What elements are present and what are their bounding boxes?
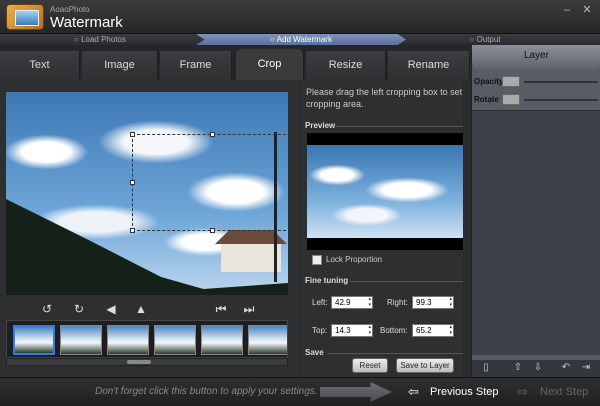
step-label: Output — [476, 35, 501, 44]
photo-thumbnail[interactable] — [248, 325, 287, 355]
app-logo — [6, 4, 44, 30]
preview-section-label: Preview — [305, 121, 336, 130]
rotate-label: Rotate — [474, 95, 499, 104]
opacity-label: Opacity — [474, 77, 504, 86]
photo-thumbnail[interactable] — [60, 325, 102, 355]
section-divider — [334, 126, 466, 127]
rotate-left-icon[interactable]: ↺ — [40, 302, 54, 316]
move-down-icon[interactable]: ⇩ — [532, 362, 544, 374]
title-bar: AoaoPhoto Watermark – ✕ — [0, 0, 600, 34]
crop-selection-box[interactable] — [130, 132, 288, 233]
previous-step-icon: ⇦ — [408, 384, 419, 399]
right-value-input[interactable]: 99.3 — [412, 296, 454, 309]
apply-tip: Don't forget click this button to apply … — [95, 386, 318, 397]
photo-thumbnail[interactable] — [107, 325, 149, 355]
crop-settings-panel: Please drag the left cropping box to set… — [300, 80, 470, 377]
step-label: Load Photos — [81, 35, 126, 44]
move-up-icon[interactable]: ⇧ — [512, 362, 524, 374]
lock-proportion-row[interactable]: Lock Proportion — [312, 255, 382, 265]
footer-bar: Don't forget click this button to apply … — [0, 377, 600, 406]
layer-panel-title: Layer — [472, 45, 600, 71]
photo-thumbnail[interactable] — [201, 325, 243, 355]
save-to-layer-button[interactable]: Save to Layer — [396, 358, 454, 373]
photo-toolbar: ↺ ↻ ◀ ▲ ⏮ ⏭ — [0, 298, 298, 320]
tip-arrow-icon — [320, 382, 392, 402]
filmstrip-scrollbar[interactable] — [6, 358, 288, 366]
undo-icon[interactable]: ↶ — [560, 362, 572, 374]
photo-workspace: ↺ ↻ ◀ ▲ ⏮ ⏭ — [0, 80, 298, 377]
new-layer-icon[interactable]: ▯ — [480, 362, 492, 374]
tool-tabs: Text Image Frame Crop Resize Rename — [0, 45, 470, 80]
save-section-label: Save — [305, 348, 324, 357]
settings-scrollbar[interactable] — [463, 80, 469, 377]
minimize-button[interactable]: – — [560, 4, 574, 16]
crop-handle-bottom[interactable] — [210, 228, 215, 233]
main-photo-preview[interactable] — [6, 92, 288, 295]
step-label: Add Watermark — [276, 35, 332, 44]
crop-handle-left[interactable] — [130, 180, 135, 185]
bottom-value-input[interactable]: 65.2 — [412, 324, 454, 337]
close-button[interactable]: ✕ — [580, 4, 594, 16]
crop-hint: Please drag the left cropping box to set… — [306, 87, 463, 109]
next-step-icon: ⇨ — [517, 384, 528, 399]
tab-crop[interactable]: Crop — [236, 49, 304, 80]
photo-thumbnail[interactable] — [13, 325, 55, 355]
tab-resize[interactable]: Resize — [306, 51, 386, 80]
layer-panel: Layer Opacity Rotate ▯ ⇧ ⇩ ↶ ⇥ — [471, 45, 600, 377]
lock-proportion-checkbox[interactable] — [312, 255, 322, 265]
tab-frame[interactable]: Frame — [160, 51, 232, 80]
crop-preview — [307, 133, 463, 250]
step-output[interactable]: ○ Output — [400, 34, 570, 45]
step-add-watermark[interactable]: ○ Add Watermark — [196, 34, 406, 45]
section-divider — [350, 281, 466, 282]
photo-thumbnail[interactable] — [154, 325, 196, 355]
flip-horizontal-icon[interactable]: ◀ — [104, 302, 118, 316]
reset-button[interactable]: Reset — [352, 358, 388, 373]
export-icon[interactable]: ⇥ — [580, 362, 592, 374]
opacity-slider[interactable] — [524, 81, 598, 83]
section-divider — [328, 353, 466, 354]
app-title: Watermark — [50, 14, 123, 31]
fine-tuning-label: Fine tuning — [305, 276, 349, 285]
crop-preview-image — [307, 145, 463, 238]
tab-image[interactable]: Image — [82, 51, 158, 80]
top-label: Top: — [312, 326, 328, 335]
layer-list[interactable] — [472, 110, 600, 355]
crop-handle-top-left[interactable] — [130, 132, 135, 137]
flip-vertical-icon[interactable]: ▲ — [134, 302, 148, 316]
tab-rename[interactable]: Rename — [388, 51, 470, 80]
opacity-input[interactable] — [502, 76, 520, 87]
left-label: Left: — [312, 298, 328, 307]
right-label: Right: — [387, 298, 408, 307]
next-step-button[interactable]: Next Step — [540, 380, 588, 405]
layer-toolbar: ▯ ⇧ ⇩ ↶ ⇥ — [472, 360, 600, 377]
step-load-photos[interactable]: ○ Load Photos — [0, 34, 200, 45]
previous-step-button[interactable]: Previous Step — [430, 380, 498, 405]
scrollbar-thumb[interactable] — [127, 360, 151, 364]
step-progress-bar: ○ Load Photos ○ Add Watermark ○ Output — [0, 34, 600, 45]
rotate-input[interactable] — [502, 94, 520, 105]
lock-proportion-label: Lock Proportion — [326, 255, 383, 265]
next-photo-icon[interactable]: ⏭ — [242, 302, 256, 316]
tab-text[interactable]: Text — [0, 51, 80, 80]
previous-photo-icon[interactable]: ⏮ — [214, 302, 228, 316]
crop-handle-top[interactable] — [210, 132, 215, 137]
bottom-label: Bottom: — [380, 326, 408, 335]
rotate-slider[interactable] — [524, 99, 598, 101]
photo-house — [221, 242, 281, 272]
photo-filmstrip — [6, 320, 288, 358]
brand-subtitle: AoaoPhoto — [50, 5, 90, 14]
rotate-right-icon[interactable]: ↻ — [72, 302, 86, 316]
left-value-input[interactable]: 42.9 — [331, 296, 373, 309]
top-value-input[interactable]: 14.3 — [331, 324, 373, 337]
crop-handle-bottom-left[interactable] — [130, 228, 135, 233]
